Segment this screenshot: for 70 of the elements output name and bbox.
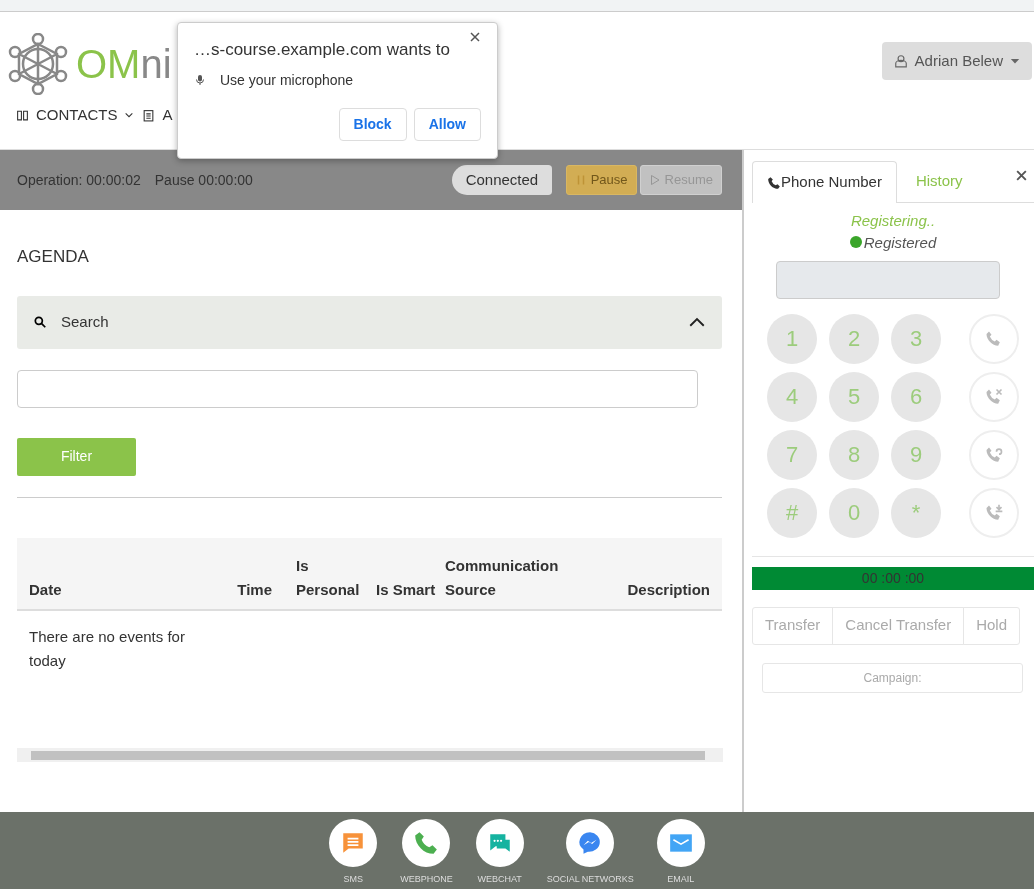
keypad-key[interactable]: 0	[829, 487, 879, 538]
keypad-key[interactable]: #	[767, 487, 817, 538]
keypad-key[interactable]: 3	[891, 313, 941, 364]
channel-button[interactable]	[656, 819, 705, 867]
channel-label: WEBCHAT	[477, 873, 522, 886]
channel-button[interactable]	[566, 819, 615, 867]
keypad-key[interactable]: 7	[767, 429, 817, 480]
registered-status: Registered	[849, 234, 937, 251]
clipboard-icon	[142, 108, 156, 122]
channel-button[interactable]	[402, 819, 451, 867]
permission-request: Use your microphone	[220, 70, 354, 90]
operation-time: Operation: 00:00:02	[17, 170, 141, 190]
call-control-button[interactable]: Cancel Transfer	[832, 606, 965, 645]
column-header: Is Smart	[376, 579, 437, 600]
campaign-field[interactable]: Campaign:	[762, 662, 1023, 693]
section-title: AGENDA	[17, 246, 90, 268]
column-header: Date	[29, 579, 63, 600]
phone-icon	[413, 830, 440, 856]
phone-x-icon	[984, 386, 1004, 407]
caret-down-icon	[1010, 56, 1020, 66]
nav-link[interactable]: CONTACTS	[16, 104, 135, 127]
channel-label: EMAIL	[667, 873, 695, 886]
column-header: Is Personal	[296, 555, 361, 600]
filter-button[interactable]: Filter	[17, 437, 136, 476]
keypad-key[interactable]: 2	[829, 313, 879, 364]
channel-button[interactable]	[475, 819, 524, 867]
keypad-key[interactable]: 5	[829, 371, 879, 422]
column-header: Communication Source	[445, 555, 560, 600]
search-field[interactable]	[17, 369, 698, 408]
keypad-key[interactable]: 4	[767, 371, 817, 422]
horizontal-scrollbar[interactable]	[17, 748, 723, 762]
search-icon	[33, 315, 47, 329]
user-icon	[893, 54, 908, 68]
tab[interactable]: Phone Number	[752, 161, 897, 203]
call-timer: 00 :00 :00	[752, 566, 1034, 590]
channel-button[interactable]	[329, 819, 378, 867]
play-icon	[649, 173, 662, 187]
close-icon[interactable]	[1015, 168, 1028, 182]
book-icon	[16, 108, 29, 122]
column-header: Description	[627, 579, 710, 600]
allow-button[interactable]: Allow	[413, 107, 481, 141]
registering-status: Registering..	[849, 210, 937, 231]
logo-icon	[7, 32, 69, 95]
popup-title: …s-course.example.com wants to	[194, 39, 451, 61]
user-menu-button[interactable]: Adrian Belew	[881, 42, 1032, 80]
tab[interactable]: History	[900, 160, 978, 202]
dial-display-field[interactable]	[776, 260, 1000, 299]
logo-text: OMni	[76, 43, 172, 84]
microphone-icon	[194, 73, 206, 87]
phone-download-icon	[984, 502, 1004, 523]
search-panel-header[interactable]: Search	[17, 295, 722, 349]
keypad-key[interactable]: 6	[891, 371, 941, 422]
channel-label: WEBPHONE	[400, 873, 453, 886]
channel-label: SMS	[343, 873, 363, 886]
keypad-key[interactable]: 1	[767, 313, 817, 364]
keypad-key[interactable]: *	[891, 487, 941, 538]
status-dot	[849, 236, 862, 248]
block-button[interactable]: Block	[338, 107, 407, 141]
column-header: Time	[236, 579, 272, 600]
keypad-key[interactable]: 8	[829, 429, 879, 480]
empty-message: There are no events for today	[29, 626, 186, 671]
keypad-key[interactable]: 9	[891, 429, 941, 480]
close-icon[interactable]	[469, 31, 481, 43]
call-control-button[interactable]: Hold	[963, 606, 1021, 645]
connection-status: Connected	[451, 164, 553, 196]
nav-link[interactable]: A	[142, 104, 173, 127]
call-control-button[interactable]: Transfer	[752, 606, 834, 645]
channel-label: SOCIAL NETWORKS	[546, 873, 634, 886]
pause-time: Pause 00:00:00	[154, 170, 253, 190]
phone-icon	[767, 176, 781, 191]
